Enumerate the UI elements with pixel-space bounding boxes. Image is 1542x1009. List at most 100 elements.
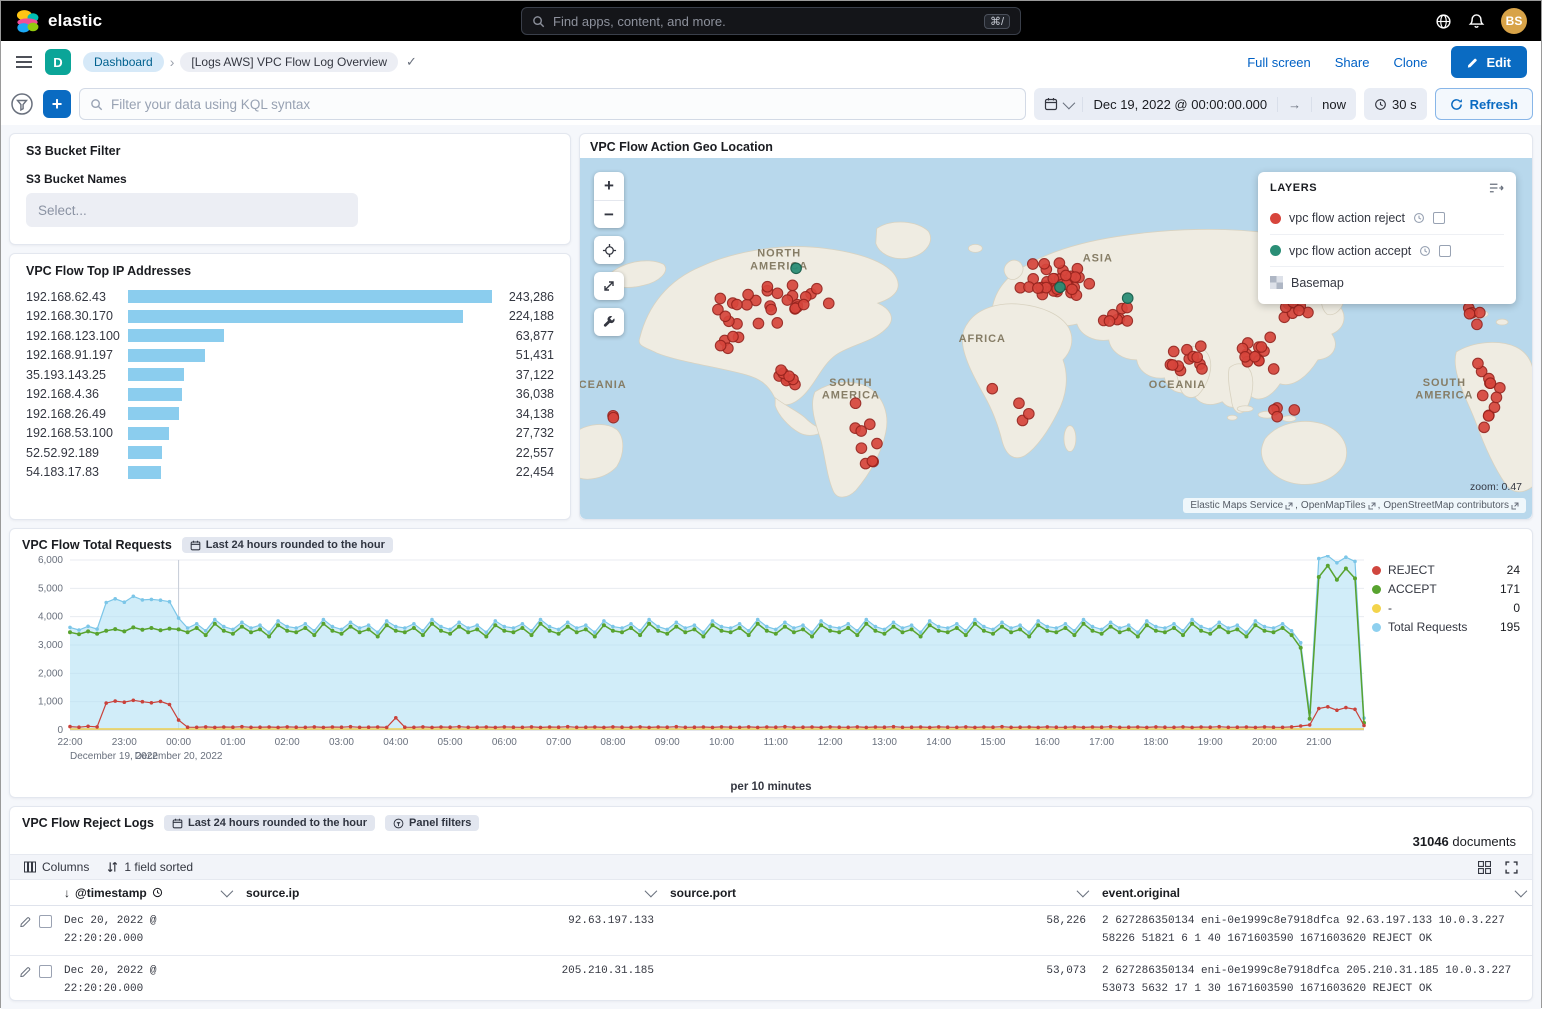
row-checkbox[interactable] [39,915,52,928]
layer-reject[interactable]: vpc flow action reject [1270,202,1504,234]
ip-bar[interactable] [128,368,492,381]
reject-geo-point[interactable] [987,383,998,394]
clone-link[interactable]: Clone [1393,55,1427,70]
s3-bucket-select[interactable]: Select... [26,193,358,227]
edit-row-icon[interactable] [20,965,32,977]
reject-geo-point[interactable] [1491,392,1502,403]
reject-geo-point[interactable] [798,299,809,310]
reject-geo-point[interactable] [1014,398,1025,409]
full-screen-link[interactable]: Full screen [1247,55,1311,70]
reject-geo-point[interactable] [776,365,787,376]
breadcrumb-dashboard[interactable]: Dashboard [83,52,164,72]
accept-geo-point[interactable] [791,263,802,274]
reject-geo-point[interactable] [772,288,783,299]
reject-geo-point[interactable] [1054,258,1065,269]
ip-bar[interactable] [128,290,492,303]
kql-filter-input[interactable]: Filter your data using KQL syntax [79,88,1026,120]
collapse-layers-icon[interactable] [1489,182,1504,194]
reject-geo-point[interactable] [1167,360,1178,371]
legend-item[interactable]: REJECT24 [1372,563,1520,577]
reject-geo-point[interactable] [720,311,731,322]
reject-geo-point[interactable] [1070,272,1081,283]
reject-geo-point[interactable] [1473,358,1484,369]
legend-item[interactable]: ACCEPT171 [1372,582,1520,596]
layer-basemap[interactable]: Basemap [1270,266,1504,298]
edit-row-icon[interactable] [20,915,32,927]
reject-geo-point[interactable] [787,280,798,291]
globe-icon[interactable] [1435,13,1452,30]
menu-hamburger-icon[interactable] [15,55,33,69]
ip-bar[interactable] [128,349,492,362]
reject-geo-point[interactable] [1272,411,1283,422]
date-picker-button[interactable] [1034,97,1082,111]
reject-geo-point[interactable] [1240,352,1251,363]
ip-bar[interactable] [128,310,492,323]
reject-geo-point[interactable] [1033,283,1044,294]
reject-geo-point[interactable] [1483,411,1494,422]
layer-checkbox[interactable] [1433,212,1445,224]
world-map[interactable]: NORTHAMERICASOUTHAMERICAAFRICAASIAOCEANI… [580,158,1532,519]
share-link[interactable]: Share [1335,55,1370,70]
reject-geo-point[interactable] [743,289,754,300]
reject-geo-point[interactable] [1477,390,1488,401]
reject-geo-point[interactable] [766,304,777,315]
display-options-icon[interactable] [1478,861,1491,874]
log-table-row[interactable]: Dec 20, 2022 @ 22:20:20.00092.63.197.133… [10,906,1532,956]
reject-geo-point[interactable] [753,318,764,329]
reject-geo-point[interactable] [1472,319,1483,330]
reject-geo-point[interactable] [1475,307,1486,318]
reject-geo-point[interactable] [1196,341,1207,352]
reject-geo-point[interactable] [1039,259,1050,270]
reject-geo-point[interactable] [1084,278,1095,289]
reject-geo-point[interactable] [1168,346,1179,357]
col-event-original[interactable]: event.original [1094,886,1532,900]
space-badge[interactable]: D [45,49,71,75]
reject-geo-point[interactable] [1250,351,1261,362]
attribution-link[interactable]: Elastic Maps Service , [1190,500,1298,511]
user-avatar[interactable]: BS [1501,8,1527,34]
total-requests-chart[interactable]: 01,0002,0003,0004,0005,0006,00022:0023:0… [22,555,1372,781]
reject-geo-point[interactable] [1192,352,1203,363]
reject-geo-point[interactable] [1024,409,1035,420]
reject-geo-point[interactable] [867,456,878,467]
reject-geo-point[interactable] [608,412,619,423]
reject-geo-point[interactable] [856,443,867,454]
reject-geo-point[interactable] [715,340,726,351]
legend-item[interactable]: Total Requests195 [1372,620,1520,634]
reject-geo-point[interactable] [850,398,861,409]
ip-bar[interactable] [128,427,492,440]
saved-check-icon[interactable]: ✓ [406,54,417,70]
reject-geo-point[interactable] [872,438,883,449]
attribution-link[interactable]: OpenStreetMap contributors [1383,500,1519,511]
reject-geo-point[interactable] [1464,308,1475,319]
ip-bar[interactable] [128,446,492,459]
reject-geo-point[interactable] [1479,422,1490,433]
date-range-end[interactable]: now [1311,97,1356,112]
zoom-out-button[interactable]: − [594,200,624,228]
ip-bar[interactable] [128,407,492,420]
accept-geo-point[interactable] [1122,293,1133,304]
row-checkbox[interactable] [39,965,52,978]
legend-item[interactable]: -0 [1372,601,1520,615]
alerts-bell-icon[interactable] [1468,13,1485,30]
accept-geo-point[interactable] [1055,282,1066,293]
reject-geo-point[interactable] [782,295,793,306]
reject-geo-point[interactable] [728,331,739,342]
reject-geo-point[interactable] [715,293,726,304]
reject-geo-point[interactable] [1256,342,1267,353]
refresh-interval-control[interactable]: 30 s [1364,88,1427,120]
reject-geo-point[interactable] [772,318,783,329]
elastic-logo[interactable]: elastic [15,9,102,34]
log-table-row[interactable]: Dec 20, 2022 @ 22:20:20.000205.210.31.18… [10,956,1532,1000]
global-search-input[interactable]: Find apps, content, and more. ⌘/ [521,7,1021,35]
reject-geo-point[interactable] [1294,305,1305,316]
refresh-button[interactable]: Refresh [1435,88,1533,120]
panel-filters-badge[interactable]: Panel filters [385,815,479,831]
attribution-link[interactable]: OpenMapTiles , [1301,500,1380,511]
time-range-badge[interactable]: Last 24 hours rounded to the hour [164,815,375,831]
ip-bar[interactable] [128,329,492,342]
zoom-in-button[interactable]: + [594,172,624,200]
reject-geo-point[interactable] [1289,405,1300,416]
reject-geo-point[interactable] [1122,316,1133,327]
col-timestamp[interactable]: ↓ @timestamp [56,886,238,900]
